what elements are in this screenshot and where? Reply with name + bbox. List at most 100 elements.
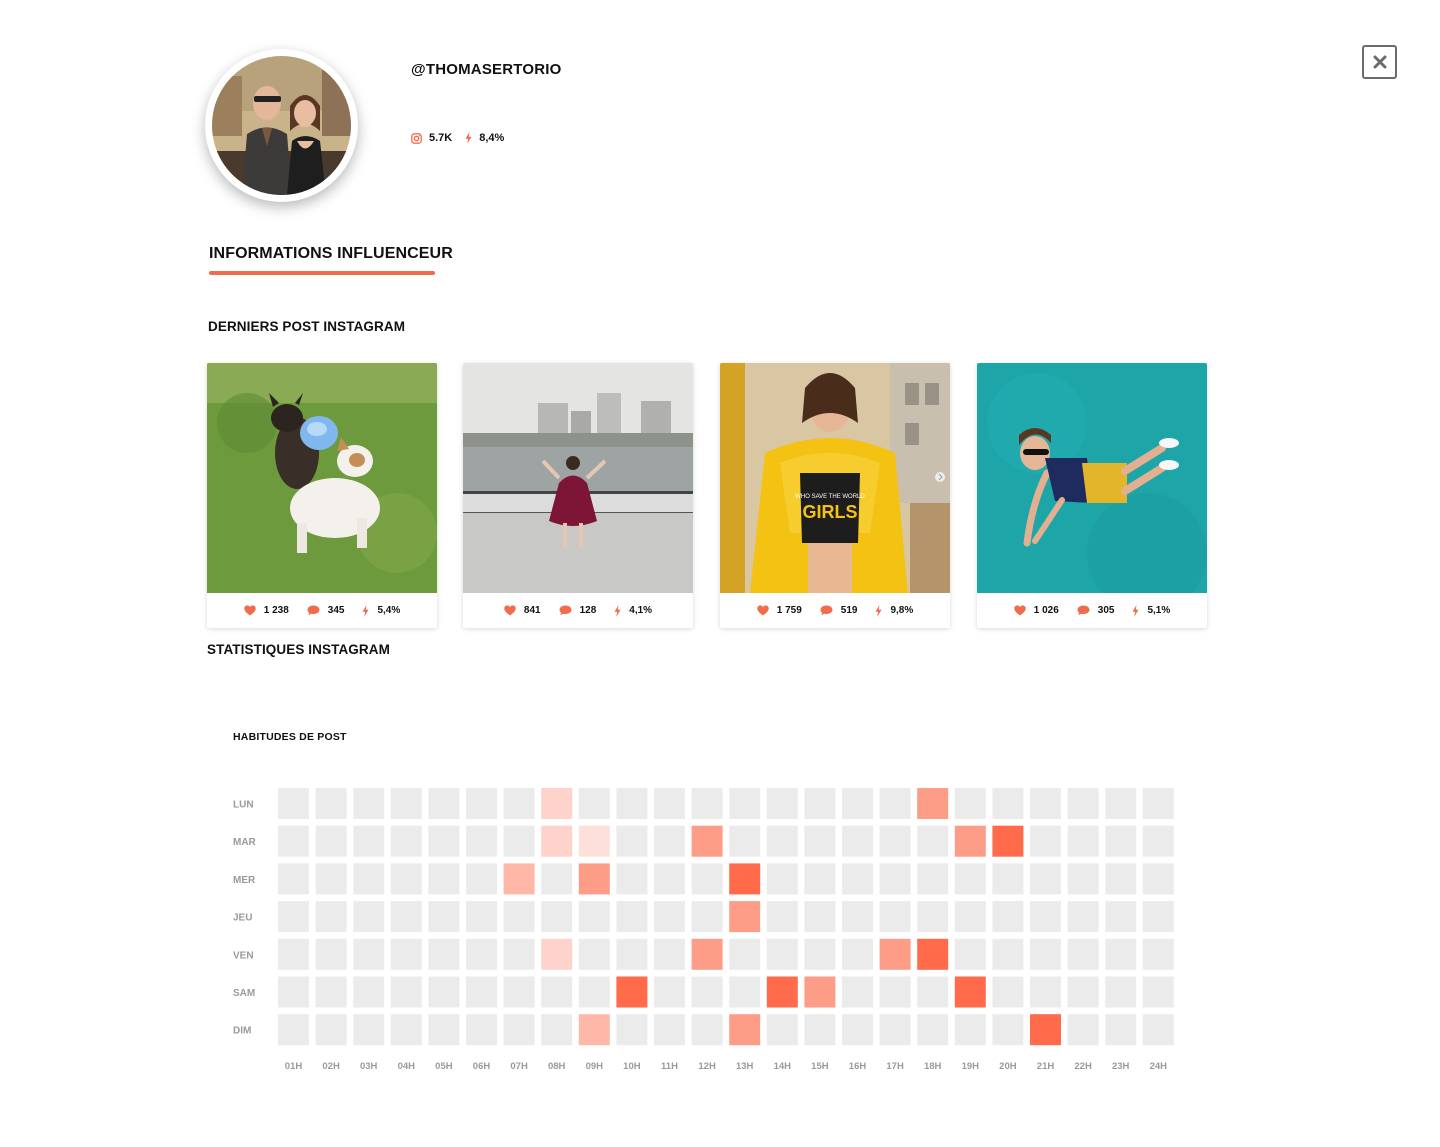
heatmap-cell xyxy=(917,976,949,1008)
post-image: WHO SAVE THE WORLD GIRLS xyxy=(720,363,950,593)
heatmap-cell xyxy=(1105,788,1137,819)
heatmap-title: HABITUDES DE POST xyxy=(233,731,347,743)
bolt-icon xyxy=(614,604,621,617)
post-card[interactable]: WHO SAVE THE WORLD GIRLS 1 759 519 9,8% xyxy=(720,363,950,628)
stats-title: STATISTIQUES INSTAGRAM xyxy=(207,642,390,657)
heatmap-cell xyxy=(804,825,836,857)
comment-icon xyxy=(1077,605,1090,616)
latest-posts-title: DERNIERS POST INSTAGRAM xyxy=(208,319,406,334)
tab-informations-influenceur[interactable]: INFORMATIONS INFLUENCEUR xyxy=(209,245,453,263)
heatmap-cell xyxy=(428,1014,460,1046)
heatmap-cell xyxy=(278,863,309,895)
heatmap-cell xyxy=(503,901,535,933)
heatmap-cell xyxy=(1105,825,1137,857)
heatmap-cell xyxy=(503,938,535,970)
heatmap-cell xyxy=(503,788,535,819)
heatmap-cell xyxy=(390,788,422,819)
post-likes: 1 238 xyxy=(244,605,289,616)
post-comments: 305 xyxy=(1077,605,1114,616)
heart-icon xyxy=(757,605,769,616)
heatmap-cell xyxy=(541,976,573,1008)
heatmap-row-label: DIM xyxy=(233,1026,251,1037)
heatmap-cell xyxy=(428,901,460,933)
post-card[interactable]: 841 128 4,1% xyxy=(463,363,693,628)
heatmap-row-label: SAM xyxy=(233,988,255,999)
heatmap-cell xyxy=(466,976,497,1008)
heatmap-cell xyxy=(917,863,949,895)
heatmap-row-label: VEN xyxy=(233,950,254,961)
post-image xyxy=(463,363,693,593)
heatmap-cell xyxy=(1105,901,1137,933)
heatmap-cell xyxy=(879,976,911,1008)
heatmap-cell xyxy=(917,788,949,819)
heatmap-cell xyxy=(541,825,573,857)
heatmap-cell xyxy=(691,1014,723,1046)
heatmap-cell xyxy=(954,1014,986,1046)
heatmap-cell xyxy=(804,788,836,819)
heatmap-cell xyxy=(578,825,610,857)
heatmap-cell xyxy=(879,863,911,895)
heatmap-row-label: MER xyxy=(233,875,256,886)
heatmap-cell xyxy=(1105,976,1137,1008)
heatmap-cell xyxy=(654,825,685,857)
heatmap-cell xyxy=(879,825,911,857)
heatmap-cell xyxy=(1142,788,1174,819)
heatmap-cell xyxy=(766,863,798,895)
heatmap-column-label: 06H xyxy=(473,1061,491,1072)
heatmap-cell xyxy=(917,938,949,970)
post-image xyxy=(207,363,437,593)
heatmap-cell xyxy=(315,825,347,857)
post-card[interactable]: 1 238 345 5,4% xyxy=(207,363,437,628)
heatmap-column-label: 01H xyxy=(285,1061,303,1072)
heatmap-cell xyxy=(691,976,723,1008)
heatmap-cell xyxy=(278,1014,309,1046)
heatmap-cell xyxy=(390,976,422,1008)
post-stats: 1 238 345 5,4% xyxy=(207,593,437,628)
heatmap-cell xyxy=(766,788,798,819)
heatmap-cell xyxy=(842,901,873,933)
heatmap-row-label: LUN xyxy=(233,800,254,811)
heatmap-cell xyxy=(917,1014,949,1046)
heatmap-cell xyxy=(1067,1014,1099,1046)
heatmap-cell xyxy=(1067,976,1099,1008)
heatmap-cell xyxy=(616,825,648,857)
heatmap-cell xyxy=(729,976,761,1008)
post-comments: 345 xyxy=(307,605,344,616)
heatmap-cell xyxy=(616,788,648,819)
heatmap-column-label: 04H xyxy=(398,1061,416,1072)
heatmap-column-label: 21H xyxy=(1037,1061,1055,1072)
heatmap-row-label: JEU xyxy=(233,913,252,924)
heatmap-cell xyxy=(804,1014,836,1046)
heatmap-cell xyxy=(1142,863,1174,895)
heatmap-cell xyxy=(315,863,347,895)
heatmap-cell xyxy=(842,788,873,819)
heatmap-cell xyxy=(390,901,422,933)
heatmap-cell xyxy=(842,938,873,970)
heatmap-column-label: 14H xyxy=(774,1061,792,1072)
followers-count: 5.7K xyxy=(429,132,453,144)
heatmap-cell xyxy=(954,863,986,895)
heatmap-cell xyxy=(879,788,911,819)
heatmap-cell xyxy=(578,1014,610,1046)
heatmap-cell xyxy=(466,938,497,970)
svg-text:WHO SAVE THE WORLD: WHO SAVE THE WORLD xyxy=(795,494,865,500)
heatmap-cell xyxy=(729,788,761,819)
heatmap-cell xyxy=(541,788,573,819)
heatmap-cell xyxy=(353,976,385,1008)
close-button[interactable] xyxy=(1362,45,1397,79)
heatmap-cell xyxy=(691,901,723,933)
heatmap-column-label: 03H xyxy=(360,1061,378,1072)
post-card[interactable]: 1 026 305 5,1% xyxy=(977,363,1207,628)
heatmap-cell xyxy=(992,863,1024,895)
heatmap-cell xyxy=(315,1014,347,1046)
heatmap-cell xyxy=(1067,938,1099,970)
heatmap-cell xyxy=(1142,938,1174,970)
heatmap-cell xyxy=(842,825,873,857)
heatmap-column-label: 05H xyxy=(435,1061,453,1072)
heatmap-cell xyxy=(428,825,460,857)
heatmap-cell xyxy=(1105,863,1137,895)
heatmap-cell xyxy=(654,976,685,1008)
heatmap-cell xyxy=(992,901,1024,933)
heatmap-cell xyxy=(992,825,1024,857)
heatmap-cell xyxy=(503,825,535,857)
